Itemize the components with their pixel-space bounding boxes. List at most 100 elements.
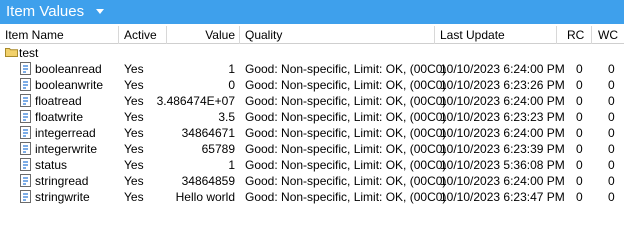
item-last-update: 10/10/2023 6:23:47 PM <box>440 190 565 204</box>
item-name: stringwrite <box>35 190 90 204</box>
item-rc: 0 <box>576 190 583 204</box>
column-header-quality[interactable]: Quality <box>245 28 282 44</box>
item-name: floatwrite <box>35 110 84 124</box>
item-rc: 0 <box>576 62 583 76</box>
column-divider[interactable] <box>434 26 435 44</box>
item-wc: 0 <box>608 110 615 124</box>
item-wc: 0 <box>608 190 615 204</box>
item-row[interactable]: integerwrite Yes 65789 Good: Non-specifi… <box>0 141 624 157</box>
item-last-update: 10/10/2023 5:36:08 PM <box>440 158 565 172</box>
item-value: 34864671 <box>181 126 235 140</box>
panel-title-bar[interactable]: Item Values <box>0 0 624 24</box>
item-active: Yes <box>124 78 144 92</box>
item-active: Yes <box>124 126 144 140</box>
item-value: Hello world <box>175 190 235 204</box>
item-name: status <box>35 158 68 172</box>
item-row[interactable]: floatread Yes 3.486474E+07 Good: Non-spe… <box>0 93 624 109</box>
column-divider[interactable] <box>591 26 592 44</box>
item-row[interactable]: stringwrite Yes Hello world Good: Non-sp… <box>0 189 624 205</box>
item-value: 3.5 <box>218 110 235 124</box>
item-last-update: 10/10/2023 6:24:00 PM <box>440 94 565 108</box>
item-row[interactable]: stringread Yes 34864859 Good: Non-specif… <box>0 173 624 189</box>
item-row[interactable]: booleanwrite Yes 0 Good: Non-specific, L… <box>0 77 624 93</box>
tag-item-icon <box>20 158 31 171</box>
item-rc: 0 <box>576 110 583 124</box>
item-rc: 0 <box>576 126 583 140</box>
item-rc: 0 <box>576 158 583 172</box>
item-active: Yes <box>124 110 144 124</box>
item-quality: Good: Non-specific, Limit: OK, (00C0) <box>245 174 447 188</box>
column-divider[interactable] <box>239 26 240 44</box>
item-active: Yes <box>124 94 144 108</box>
item-quality: Good: Non-specific, Limit: OK, (00C0) <box>245 62 447 76</box>
item-active: Yes <box>124 62 144 76</box>
item-row[interactable]: booleanread Yes 1 Good: Non-specific, Li… <box>0 61 624 77</box>
item-value: 65789 <box>201 142 235 156</box>
item-last-update: 10/10/2023 6:24:00 PM <box>440 126 565 140</box>
item-name: booleanread <box>35 62 102 76</box>
tag-item-icon <box>20 142 31 155</box>
item-wc: 0 <box>608 174 615 188</box>
item-last-update: 10/10/2023 6:24:00 PM <box>440 174 565 188</box>
item-value: 1 <box>228 158 235 172</box>
group-row-test[interactable]: test <box>0 45 624 61</box>
item-last-update: 10/10/2023 6:23:23 PM <box>440 110 565 124</box>
item-rc: 0 <box>576 142 583 156</box>
tag-item-icon <box>20 110 31 123</box>
item-wc: 0 <box>608 78 615 92</box>
item-quality: Good: Non-specific, Limit: OK, (00C0) <box>245 78 447 92</box>
group-name: test <box>19 46 39 60</box>
item-quality: Good: Non-specific, Limit: OK, (00C0) <box>245 126 447 140</box>
item-name: integerwrite <box>35 142 98 156</box>
item-value: 0 <box>228 78 235 92</box>
tag-item-icon <box>20 94 31 107</box>
item-active: Yes <box>124 142 144 156</box>
column-header-rc[interactable]: RC <box>567 28 584 44</box>
item-last-update: 10/10/2023 6:24:00 PM <box>440 62 565 76</box>
tag-item-icon <box>20 190 31 203</box>
item-wc: 0 <box>608 94 615 108</box>
item-quality: Good: Non-specific, Limit: OK, (00C0) <box>245 94 447 108</box>
item-quality: Good: Non-specific, Limit: OK, (00C0) <box>245 110 447 124</box>
column-divider[interactable] <box>556 26 557 44</box>
column-header-row: Item Name Active Value Quality Last Upda… <box>0 26 624 44</box>
item-active: Yes <box>124 174 144 188</box>
item-rc: 0 <box>576 174 583 188</box>
item-name: floatread <box>35 94 82 108</box>
column-divider[interactable] <box>166 26 167 44</box>
item-name: stringread <box>35 174 89 188</box>
item-active: Yes <box>124 190 144 204</box>
item-wc: 0 <box>608 158 615 172</box>
panel-menu-caret-icon[interactable] <box>96 9 104 14</box>
item-value: 3.486474E+07 <box>156 94 235 108</box>
item-wc: 0 <box>608 142 615 156</box>
item-last-update: 10/10/2023 6:23:26 PM <box>440 78 565 92</box>
item-value: 1 <box>228 62 235 76</box>
column-header-active[interactable]: Active <box>124 28 157 44</box>
item-name: integerread <box>35 126 96 140</box>
column-header-item-name[interactable]: Item Name <box>5 28 64 44</box>
item-quality: Good: Non-specific, Limit: OK, (00C0) <box>245 190 447 204</box>
tag-item-icon <box>20 78 31 91</box>
panel-title: Item Values <box>6 3 85 20</box>
column-divider[interactable] <box>118 26 119 44</box>
item-wc: 0 <box>608 62 615 76</box>
column-header-wc[interactable]: WC <box>598 28 618 44</box>
item-active: Yes <box>124 158 144 172</box>
item-row[interactable]: floatwrite Yes 3.5 Good: Non-specific, L… <box>0 109 624 125</box>
item-last-update: 10/10/2023 6:23:39 PM <box>440 142 565 156</box>
tag-item-icon <box>20 126 31 139</box>
item-wc: 0 <box>608 126 615 140</box>
item-quality: Good: Non-specific, Limit: OK, (00C0) <box>245 158 447 172</box>
item-rc: 0 <box>576 78 583 92</box>
item-name: booleanwrite <box>35 78 104 92</box>
folder-icon <box>5 48 18 57</box>
item-quality: Good: Non-specific, Limit: OK, (00C0) <box>245 142 447 156</box>
item-value: 34864859 <box>181 174 235 188</box>
tag-item-icon <box>20 174 31 187</box>
item-rc: 0 <box>576 94 583 108</box>
column-header-value[interactable]: Value <box>205 28 235 44</box>
item-row[interactable]: integerread Yes 34864671 Good: Non-speci… <box>0 125 624 141</box>
column-header-last-update[interactable]: Last Update <box>440 28 505 44</box>
item-row[interactable]: status Yes 1 Good: Non-specific, Limit: … <box>0 157 624 173</box>
